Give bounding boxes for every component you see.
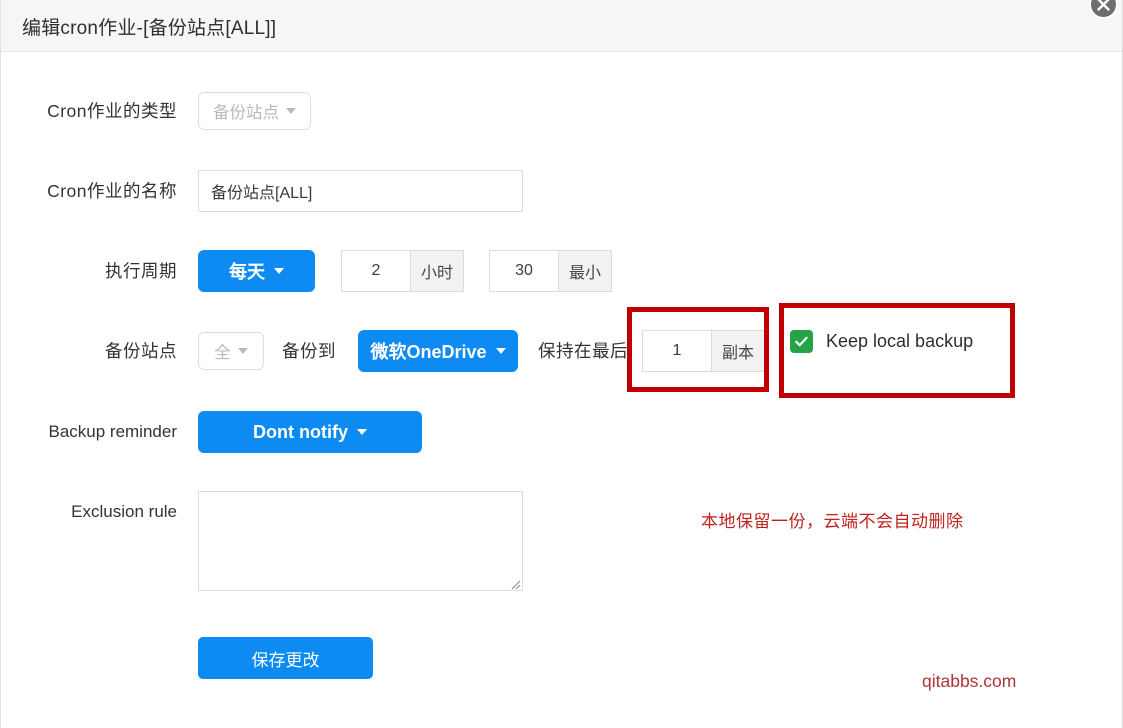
watermark: qitabbs.com [922,671,1017,691]
keep-last-label: 保持在最后 [538,341,628,361]
backup-to-label: 备份到 [282,341,336,361]
schedule-label: 执行周期 [105,261,177,281]
chevron-down-icon [286,108,296,114]
backup-site-dropdown[interactable]: 全 [198,332,264,370]
cron-type-dropdown[interactable]: 备份站点 [198,92,311,130]
backup-copies-group: 副本 [642,330,765,372]
schedule-minute-group: 最小 [489,250,612,292]
schedule-hour-unit: 小时 [410,251,463,291]
keep-local-backup-row: Keep local backup [790,330,973,353]
schedule-period-value: 每天 [229,262,265,282]
backup-reminder-value: Dont notify [253,421,348,442]
schedule-period-dropdown[interactable]: 每天 [198,250,315,292]
exclusion-rule-label: Exclusion rule [71,502,177,521]
page-title: 编辑cron作业-[备份站点[ALL]] [22,18,277,39]
cron-type-label: Cron作业的类型 [47,101,177,121]
chevron-down-icon [356,429,367,435]
modal-dialog: 编辑cron作业-[备份站点[ALL]] Cron作业的类型 备份站点 Cron… [0,0,1123,728]
cron-name-label: Cron作业的名称 [47,181,177,201]
backup-site-value: 全 [214,344,231,362]
schedule-minute-unit: 最小 [558,251,611,291]
backup-reminder-label: Backup reminder [48,422,177,441]
schedule-hour-input[interactable] [342,251,410,291]
annotation-note: 本地保留一份，云端不会自动删除 [701,512,964,531]
backup-reminder-dropdown[interactable]: Dont notify [198,411,422,453]
schedule-hour-group: 小时 [341,250,464,292]
chevron-down-icon [274,268,284,274]
schedule-minute-input[interactable] [490,251,558,291]
backup-destination-dropdown[interactable]: 微软OneDrive [358,330,518,372]
exclusion-rule-textarea[interactable] [198,491,523,591]
backup-site-label: 备份站点 [105,341,177,361]
modal-header: 编辑cron作业-[备份站点[ALL]] [1,0,1122,52]
cron-name-input[interactable] [198,170,523,212]
chevron-down-icon [237,348,248,354]
cron-type-value: 备份站点 [213,104,279,122]
keep-local-backup-label: Keep local backup [826,331,974,351]
backup-copies-unit: 副本 [711,331,764,371]
close-icon[interactable] [1089,0,1118,19]
backup-copies-input[interactable] [643,331,711,371]
backup-destination-value: 微软OneDrive [370,342,487,362]
chevron-down-icon [495,348,506,354]
keep-local-backup-checkbox[interactable] [790,330,813,353]
save-button[interactable]: 保存更改 [198,637,373,679]
